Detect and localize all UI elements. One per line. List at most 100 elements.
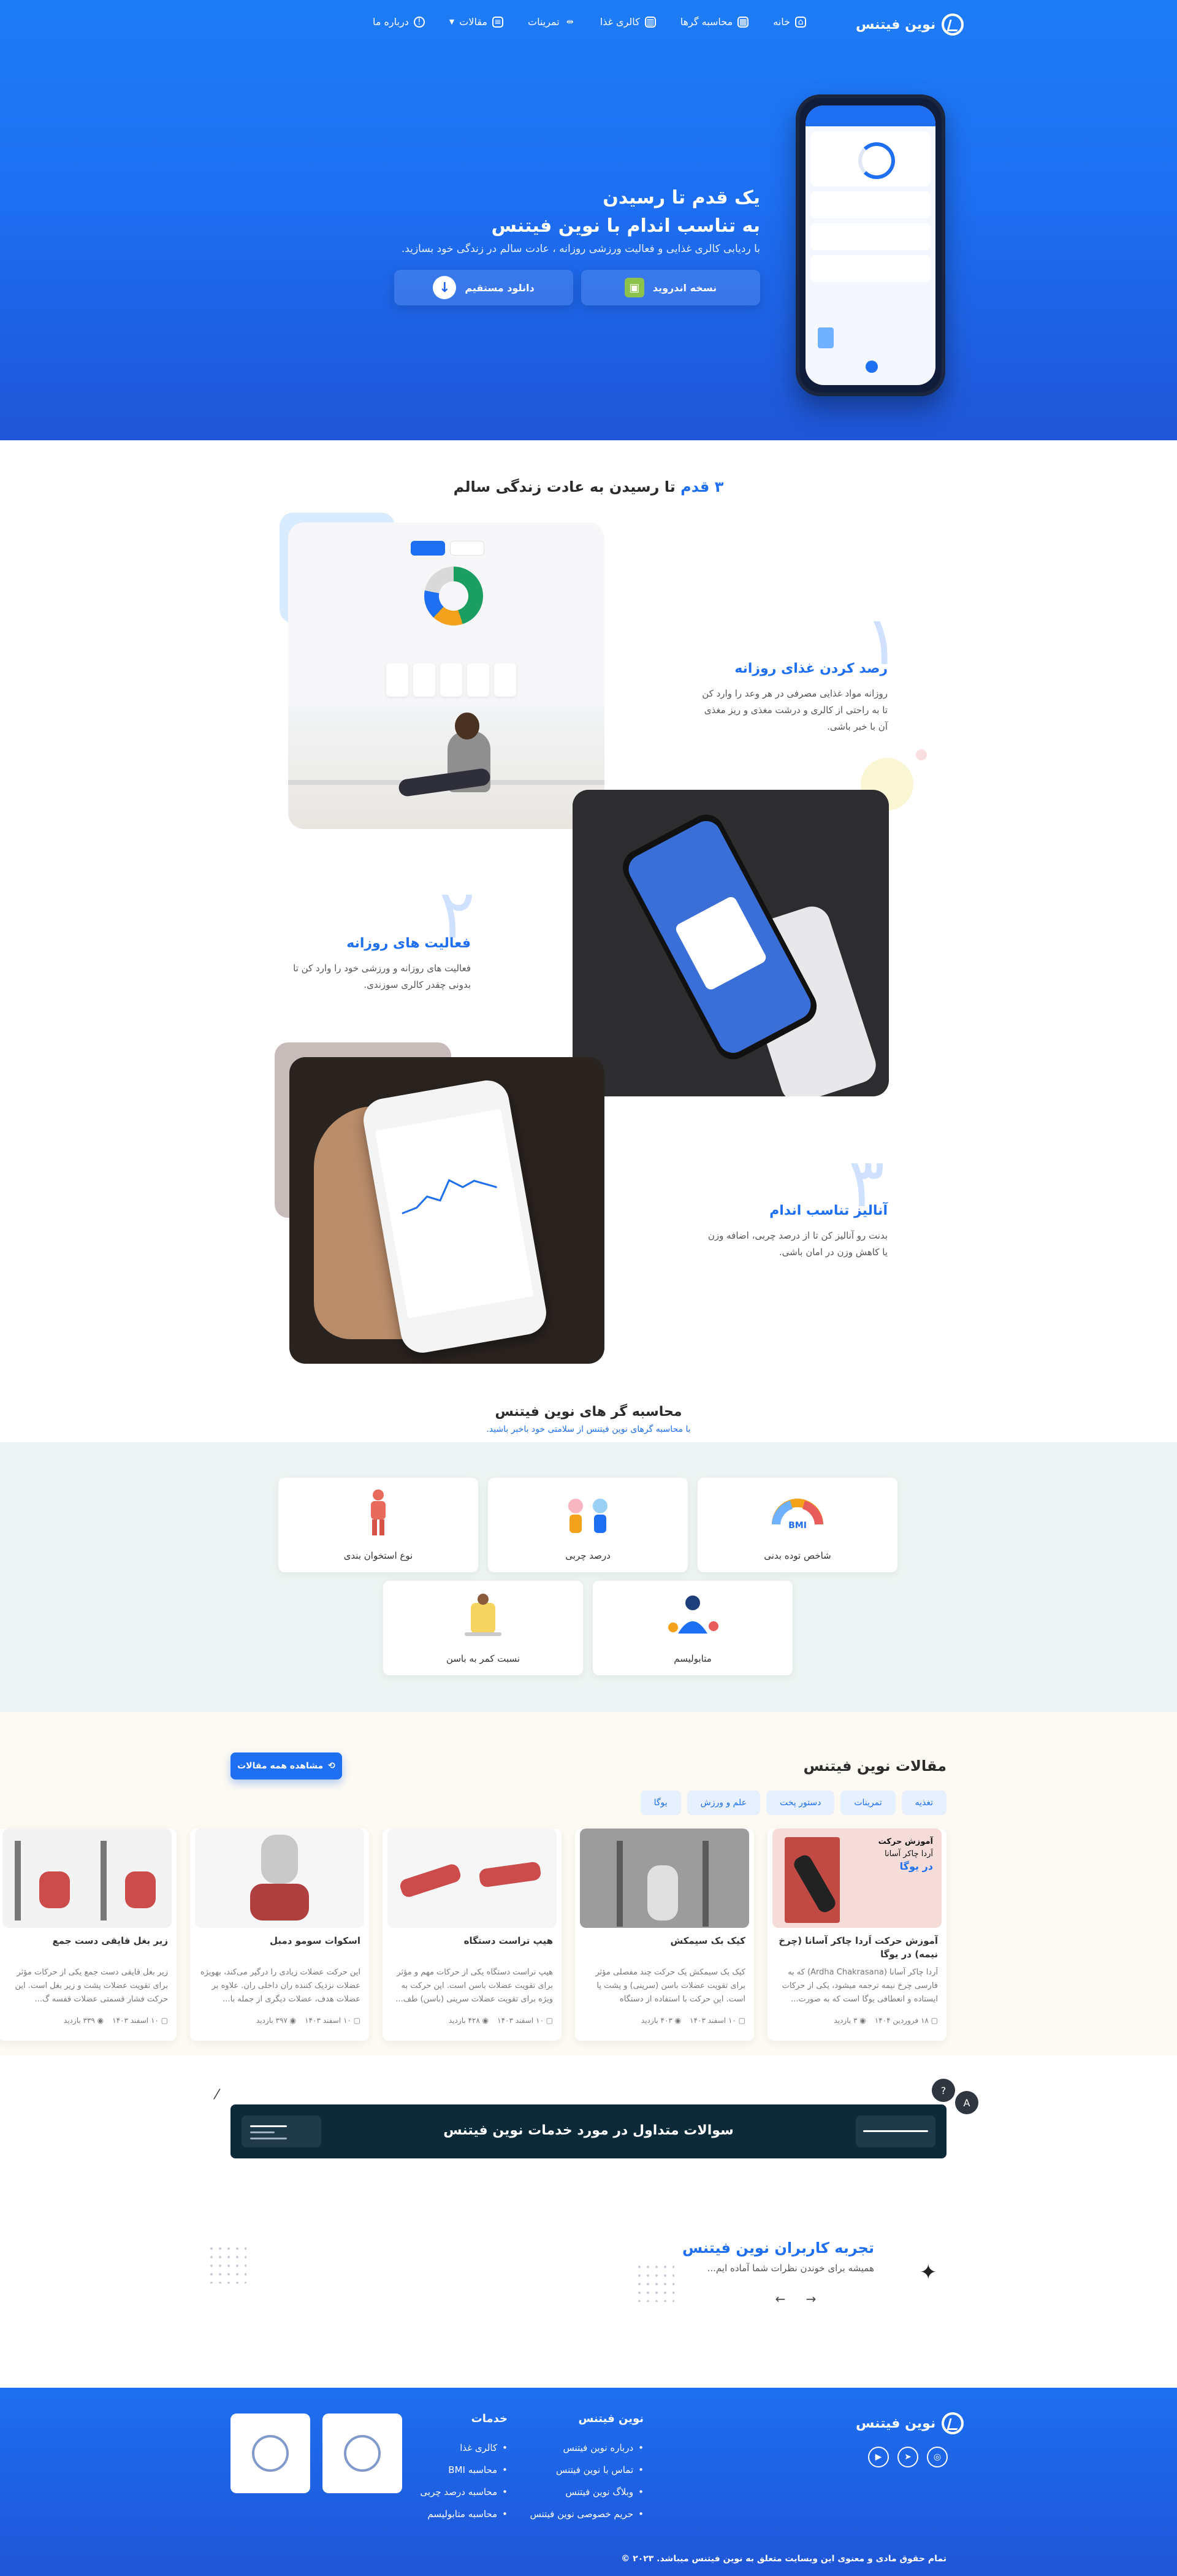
article-date: ▢ ۱۰ اسفند ۱۴۰۳ [305, 2016, 360, 2025]
faq-banner[interactable]: سوالات متداول در مورد خدمات نوین فیتنس [230, 2104, 947, 2158]
step2-image [573, 790, 889, 1096]
prev-arrow-icon[interactable]: ← [771, 2290, 790, 2308]
phone-screen [806, 105, 935, 385]
article-date: ▢ ۱۰ اسفند ۱۴۰۳ [690, 2016, 745, 2025]
footer-link[interactable]: محاسبه BMI [420, 2459, 508, 2481]
android-download-button[interactable]: نسخه اندروید ▣ [581, 270, 760, 305]
nav-item-label: تمرینات [528, 16, 560, 28]
article-thumbnail: آموزش حرکت اَردا چاکر آسانا در یوگا [772, 1829, 942, 1928]
article-views: ◉ ۳ بازدید [834, 2016, 866, 2025]
article-card[interactable]: اسکوات سومو دمبل این حرکت عضلات زیادی را… [190, 1829, 369, 2041]
calc-card-bone-type[interactable]: نوع استخوان بندی [278, 1478, 478, 1572]
next-arrow-icon[interactable]: → [802, 2290, 820, 2308]
trust-badge-samandehi[interactable] [230, 2414, 310, 2493]
footer: نوین فیتنس ◎ ➤ ▶ نوین فیتنس درباره نوین … [0, 2388, 1177, 2576]
article-views: ◉ ۳۹۷ بازدید [256, 2016, 296, 2025]
step3-image [289, 1057, 604, 1364]
article-date-text: ۱۰ اسفند ۱۴۰۳ [690, 2016, 736, 2025]
step1-text: روزانه مواد غذایی مصرفی در هر وعد را وار… [679, 686, 888, 735]
article-meta: ▢ ۱۰ اسفند ۱۴۰۳ ◉ ۳۳۹ بازدید [6, 2016, 168, 2025]
step2-text: فعالیت های روزانه و ورزشی خود را وارد کن… [262, 960, 471, 993]
footer-link[interactable]: محاسبه درصد چربی [420, 2481, 508, 2503]
footer-link[interactable]: کالری غذا [420, 2437, 508, 2459]
category-chip-yoga[interactable]: یوگا [640, 1791, 681, 1815]
youtube-icon[interactable]: ▶ [868, 2447, 889, 2467]
article-card[interactable]: کیک بک سیمکش کیک بک سیمکش یک حرکت چند مف… [575, 1829, 754, 2041]
site-logo[interactable]: نوین فیتنس [856, 13, 964, 36]
article-card[interactable]: آموزش حرکت اَردا چاکر آسانا در یوگا آموز… [768, 1829, 947, 2041]
row-machine-graphic [15, 1841, 21, 1921]
article-title: اسکوات سومو دمبل [269, 1935, 360, 1946]
trust-badge-enamad[interactable] [322, 2414, 402, 2493]
step1-app-tab-active [411, 541, 445, 556]
category-chip-science[interactable]: علم و ورزش [687, 1791, 760, 1815]
row-figure [125, 1871, 156, 1908]
calculator-icon: ▦ [737, 16, 749, 28]
person-head [455, 713, 479, 740]
instagram-icon[interactable]: ◎ [927, 2447, 948, 2467]
main-menu: ⌂ خانه ▦ محاسبه گرها ▥ کالری غذا ⇹ تمرینات ≡… [373, 16, 806, 28]
articles-icon: ≡ [492, 16, 503, 28]
svg-text:BMI: BMI [788, 1521, 807, 1531]
nutrient-chip [494, 663, 516, 697]
body-fat-illustration-icon [568, 1499, 608, 1533]
calc-card-label: نوع استخوان بندی [343, 1550, 413, 1561]
eye-icon: ◉ [287, 2016, 297, 2025]
article-card[interactable]: زیر بغل قایقی دست جمع زیر بغل قایقی دست … [0, 1829, 177, 2041]
article-card[interactable]: هیپ تراست دستگاه هیپ تراست دستگاه یکی از… [383, 1829, 562, 2041]
android-button-label: نسخه اندروید [652, 281, 717, 294]
calc-card-body-fat[interactable]: درصد چربی [488, 1478, 688, 1572]
calc-card-bmi[interactable]: BMI شاخص توده بدنی [698, 1478, 897, 1572]
nav-item-articles[interactable]: ≡ مقالات ▼ [449, 16, 503, 28]
footer-link[interactable]: محاسبه متابولیسم [420, 2503, 508, 2525]
waist-hip-illustration-icon [465, 1594, 501, 1636]
nav-item-label: کالری غذا [600, 16, 640, 28]
article-date: ▢ ۱۸ فروردین ۱۴۰۴ [875, 2016, 938, 2025]
testimonials-subtitle: همیشه برای خوندن نظرات شما آماده ایم... [707, 2263, 874, 2274]
nav-item-label: مقالات [459, 16, 487, 28]
article-views: ◉ ۴۰۳ بازدید [641, 2016, 681, 2025]
answer-bubble-icon: A [955, 2091, 978, 2114]
nav-item-label: محاسبه گرها [680, 16, 733, 28]
nav-item-home[interactable]: ⌂ خانه [773, 16, 806, 28]
direct-download-button[interactable]: دانلود مستقیم ↓ [394, 270, 573, 305]
category-chip-recipes[interactable]: دستور پخت [766, 1791, 835, 1815]
footer-link[interactable]: حریم خصوصی نوین فیتنس [530, 2503, 644, 2525]
thumbnail-caption: آموزش حرکت اَردا چاکر آسانا در یوگا [878, 1836, 933, 1873]
badge-seal-icon [252, 2435, 289, 2472]
article-date: ▢ ۱۰ اسفند ۱۴۰۳ [497, 2016, 553, 2025]
footer-link[interactable]: درباره نوین فیتنس [530, 2437, 644, 2459]
phone-row [810, 223, 931, 250]
article-views-text: ۳ بازدید [834, 2016, 858, 2025]
article-title: آموزش حرکت اَردا چاکر آسانا (چرخ نیمه) د… [779, 1935, 938, 1960]
hero-section: نوین فیتنس ⌂ خانه ▦ محاسبه گرها ▥ کالری غذا… [0, 0, 1177, 440]
phone-add-button [866, 361, 878, 373]
steps-title-rest: تا رسیدن به عادت زندگی سالم [453, 478, 676, 495]
view-all-articles-button[interactable]: ⟲ مشاهده همه مقالات [230, 1752, 342, 1779]
calc-card-label: شاخص توده بدنی [764, 1550, 831, 1561]
article-views: ◉ ۳۳۹ بازدید [64, 2016, 104, 2025]
nav-item-calculators[interactable]: ▦ محاسبه گرها [680, 16, 749, 28]
social-links: ◎ ➤ ▶ [868, 2447, 948, 2467]
calc-card-metabolism[interactable]: متابولیسم [593, 1581, 793, 1675]
anatomy-illustration-icon [371, 1489, 386, 1535]
calendar-icon: ▢ [736, 2016, 745, 2025]
article-views-text: ۳۳۹ بازدید [63, 2016, 95, 2025]
nav-item-exercises[interactable]: ⇹ تمرینات [528, 16, 576, 28]
calorie-ring-graphic [858, 142, 895, 179]
footer-logo[interactable]: نوین فیتنس [856, 2412, 964, 2434]
nav-item-food-calories[interactable]: ▥ کالری غذا [600, 16, 656, 28]
thumbnail-caption-line: اَردا چاکر آسانا [885, 1849, 933, 1859]
calc-card-waist-hip[interactable]: نسبت کمر به باسن [383, 1581, 583, 1675]
cable-machine-graphic [617, 1841, 623, 1927]
category-chip-nutrition[interactable]: تغذیه [901, 1791, 947, 1815]
thumbnail-caption-line: آموزش حرکت [878, 1837, 933, 1846]
article-excerpt: زیر بغل قایقی دست جمع یکی از حرکات مؤثر … [15, 1968, 168, 2004]
category-chip-exercises[interactable]: تمرینات [840, 1791, 896, 1815]
article-title: کیک بک سیمکش [670, 1935, 746, 1946]
footer-link[interactable]: تماس با نوین فیتنس [530, 2459, 644, 2481]
footer-link[interactable]: وبلاگ نوین فیتنس [530, 2481, 644, 2503]
nav-item-about[interactable]: ! درباره ما [373, 16, 425, 28]
copyright: تمام حقوق مادی و معنوی این وبسایت متعلق … [621, 2554, 947, 2564]
telegram-icon[interactable]: ➤ [897, 2447, 918, 2467]
